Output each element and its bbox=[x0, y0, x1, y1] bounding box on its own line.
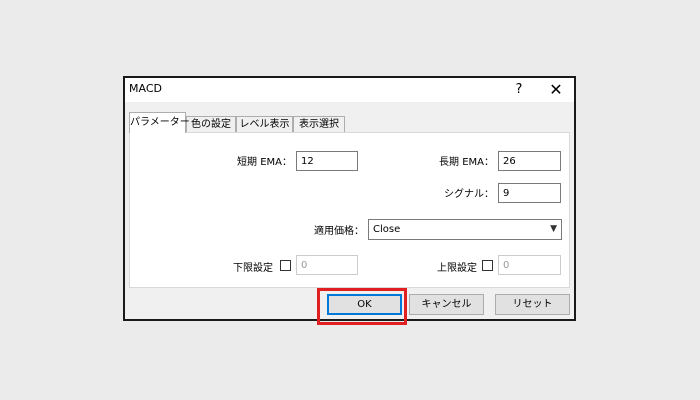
tab-display-selection[interactable]: 表示選択 bbox=[293, 116, 345, 132]
reset-button[interactable]: リセット bbox=[495, 294, 570, 315]
fast-ema-input[interactable] bbox=[296, 151, 358, 171]
slow-ema-label: 長期 EMA： bbox=[439, 157, 494, 168]
upper-limit-input[interactable] bbox=[498, 255, 561, 275]
tab-color-settings[interactable]: 色の設定 bbox=[186, 116, 236, 132]
tab-parameters[interactable]: パラメーター bbox=[129, 112, 190, 133]
macd-dialog: MACD ? ✕ パラメーター 色の設定 レベル表示 表示選択 短期 EMA： … bbox=[123, 76, 576, 321]
parameters-panel: 短期 EMA： 長期 EMA： シグナル： 適用価格： Close ▼ 下限設定… bbox=[129, 132, 570, 288]
chevron-down-icon: ▼ bbox=[550, 224, 557, 234]
upper-limit-checkbox[interactable] bbox=[482, 260, 493, 271]
help-button[interactable]: ? bbox=[508, 78, 530, 102]
ok-highlight-box bbox=[317, 288, 407, 325]
signal-input[interactable] bbox=[498, 183, 561, 203]
upper-limit-label: 上限設定 bbox=[437, 263, 477, 274]
slow-ema-input[interactable] bbox=[498, 151, 561, 171]
tab-level-display[interactable]: レベル表示 bbox=[236, 116, 293, 132]
apply-price-select[interactable]: Close ▼ bbox=[368, 219, 562, 240]
dialog-title: MACD bbox=[129, 82, 162, 95]
fast-ema-label: 短期 EMA： bbox=[237, 157, 292, 168]
title-bar[interactable]: MACD ? ✕ bbox=[125, 78, 574, 102]
close-button[interactable]: ✕ bbox=[543, 78, 569, 102]
apply-price-label: 適用価格： bbox=[314, 226, 364, 237]
cancel-button[interactable]: キャンセル bbox=[409, 294, 484, 315]
apply-price-value: Close bbox=[373, 224, 401, 235]
lower-limit-label: 下限設定 bbox=[233, 263, 273, 274]
signal-label: シグナル： bbox=[444, 189, 494, 200]
close-icon: ✕ bbox=[549, 80, 563, 99]
lower-limit-input[interactable] bbox=[296, 255, 358, 275]
lower-limit-checkbox[interactable] bbox=[280, 260, 291, 271]
